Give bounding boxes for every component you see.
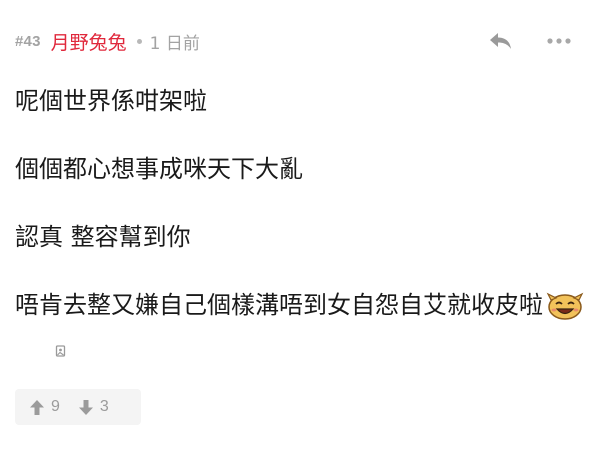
downvote-button[interactable]: 3 [68,389,117,425]
separator-dot [136,38,142,44]
header-actions [487,28,573,54]
more-options-button[interactable] [545,28,573,54]
floor-number: #43 [15,32,41,50]
content-paragraph: 個個都心想事成咪天下大亂 [15,155,303,183]
downvote-count: 3 [99,398,109,415]
post-time: 1 日前 [149,33,200,54]
content-paragraph-text: 唔肯去整又嫌自己個樣溝唔到女自怨自艾就收皮啦 [15,291,543,319]
arrow-down-icon [78,399,93,415]
upvote-button[interactable]: 9 [15,389,68,425]
upvote-count: 9 [51,398,60,415]
content-paragraph: 呢個世界係咁架啦 [15,87,207,115]
reply-button[interactable] [487,28,515,54]
laughing-face-sticker-icon [545,291,585,321]
arrow-up-icon [30,399,44,415]
post-header: #43 月野兔兔 1 日前 [15,28,591,54]
content-paragraph: 認真 整容幫到你 [15,223,191,251]
content-paragraph-with-sticker: 唔肯去整又嫌自己個樣溝唔到女自怨自艾就收皮啦 [15,288,585,357]
username-link[interactable]: 月野兔兔 [51,28,127,55]
vote-bar: 9 3 [15,389,141,425]
reply-arrow-icon [490,33,511,49]
broken-image-icon [55,333,67,357]
comment-post: #43 月野兔兔 1 日前 呢個世界係咁架啦 個個都心想事成咪天下大亂 認真 整… [0,0,606,451]
post-content: 呢個世界係咁架啦 個個都心想事成咪天下大亂 認真 整容幫到你 唔肯去整又嫌自己個… [15,84,585,357]
more-dots-icon [547,38,571,44]
